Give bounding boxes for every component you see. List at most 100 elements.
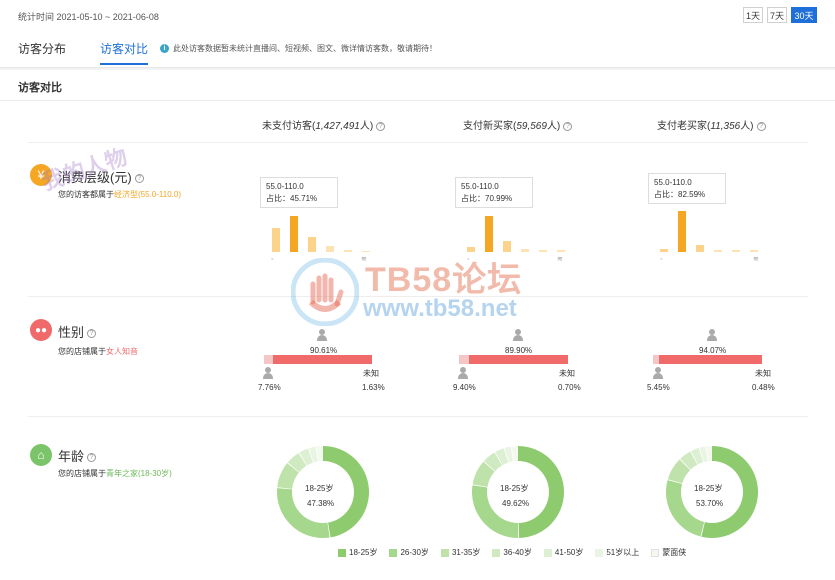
consumption-bar — [539, 250, 547, 252]
age-title: 年龄? — [58, 446, 97, 465]
panel-divider — [0, 100, 835, 101]
tab-visitor-comparison[interactable]: 访客对比 — [100, 40, 149, 65]
legend-item[interactable]: 51岁以上 — [595, 547, 639, 558]
consumption-bar — [344, 250, 352, 252]
female-bar-segment — [272, 355, 373, 364]
comparison-panel: 访客对比 未支付访客(1,427,491人)? 支付新买家(59,569人)? … — [0, 70, 835, 580]
unknown-percent: 1.63% — [362, 383, 385, 392]
consumption-bar — [660, 249, 668, 252]
gender-title: 性别? — [58, 322, 97, 341]
legend-item[interactable]: 36-40岁 — [492, 547, 532, 558]
male-icon — [653, 367, 663, 379]
female-bar-segment — [469, 355, 569, 364]
coin-icon: ◦ — [271, 256, 274, 263]
male-percent: 7.76% — [258, 383, 281, 392]
consumption-bar — [290, 216, 298, 252]
consumption-bars — [658, 202, 768, 252]
donut-center-value: 53.70% — [696, 499, 724, 508]
donut-center-label: 18-25岁 — [305, 484, 334, 493]
unknown-percent: 0.48% — [752, 383, 775, 392]
range-1day-button[interactable]: 1天 — [743, 7, 763, 23]
female-icon — [513, 329, 523, 341]
donut-center-value: 49.62% — [502, 499, 530, 508]
consumption-bar — [503, 241, 511, 252]
help-icon[interactable]: ? — [134, 174, 144, 184]
legend-item[interactable]: 26-30岁 — [389, 547, 429, 558]
top-bar: 统计时间 2021-05-10 ~ 2021-06-08 1天 7天 30天 访… — [0, 0, 835, 68]
male-bar-segment — [459, 355, 470, 364]
female-bar-segment — [658, 355, 763, 364]
donut-center-label: 18-25岁 — [500, 484, 529, 493]
panel-title: 访客对比 — [18, 82, 62, 94]
notice-text: 此处访客数据暂未统计直播间、短视频、图文、微详情访客数，敬请期待！ — [173, 44, 437, 53]
column-header-unpaid: 未支付访客(1,427,491人)? — [262, 117, 386, 132]
notice: i 此处访客数据暂未统计直播间、短视频、图文、微详情访客数，敬请期待！ — [160, 43, 437, 54]
help-icon[interactable]: ? — [87, 329, 97, 339]
watermark-brand: TB58论坛 — [365, 261, 523, 299]
legend-item[interactable]: 41-50岁 — [543, 547, 583, 558]
legend-item[interactable]: 蒙面侠 — [651, 547, 686, 558]
consumption-bar — [750, 250, 758, 252]
section-divider — [28, 416, 808, 417]
male-icon — [458, 367, 468, 379]
donut-slice — [277, 488, 330, 538]
column-header-returning-buyers: 支付老买家(11,356人)? — [657, 117, 766, 132]
gender-desc: 您的店铺属于女人知音 — [58, 347, 138, 356]
consumption-bar — [696, 245, 704, 252]
unknown-label: 未知 — [559, 369, 575, 378]
consumption-bar — [557, 250, 565, 252]
donut-center-value: 47.38% — [307, 499, 335, 508]
house-icon: ⌂ — [30, 444, 52, 466]
consumption-bar — [714, 250, 722, 252]
watermark-hand-logo — [291, 258, 359, 326]
consumption-bar — [732, 250, 740, 252]
consumption-bar — [485, 216, 493, 252]
male-percent: 5.45% — [647, 383, 670, 392]
range-30day-button[interactable]: 30天 — [791, 7, 817, 23]
watermark-url: www.tb58.net — [363, 295, 517, 322]
info-icon: i — [160, 44, 169, 53]
help-icon[interactable]: ? — [376, 121, 386, 131]
legend-item[interactable]: 18-25岁 — [338, 547, 377, 558]
coins-icon: ≋ — [557, 256, 563, 263]
help-icon[interactable]: ? — [756, 121, 766, 131]
coins-icon: ≋ — [753, 256, 759, 263]
tab-bar: 访客分布 访客对比 — [18, 40, 182, 65]
consumption-bar — [308, 237, 316, 252]
consumption-bar — [272, 228, 280, 252]
male-icon — [263, 367, 273, 379]
female-percent: 94.07% — [699, 346, 727, 355]
donut-center-label: 18-25岁 — [694, 484, 723, 493]
gender-bar — [653, 355, 763, 364]
unknown-label: 未知 — [755, 369, 771, 378]
help-icon[interactable]: ? — [87, 453, 97, 463]
date-range-label: 统计时间 2021-05-10 ~ 2021-06-08 — [18, 12, 159, 22]
consumption-desc: 您的访客都属于经济型(55.0-110.0) — [58, 190, 181, 199]
female-icon — [317, 329, 327, 341]
age-legend: 18-25岁 26-30岁 31-35岁 36-40岁 41-50岁 51岁以上… — [338, 547, 686, 558]
legend-item[interactable]: 31-35岁 — [440, 547, 480, 558]
people-icon: ●● — [30, 319, 52, 341]
consumption-bars — [465, 202, 575, 252]
male-percent: 9.40% — [453, 383, 476, 392]
coin-icon: ◦ — [660, 256, 663, 263]
gender-bar — [264, 355, 374, 364]
consumption-bar — [521, 249, 529, 252]
unknown-percent: 0.70% — [558, 383, 581, 392]
age-desc: 您的店铺属于青年之家(18-30岁) — [58, 469, 172, 478]
female-percent: 89.90% — [505, 346, 533, 355]
male-bar-segment — [264, 355, 273, 364]
unknown-label: 未知 — [363, 369, 379, 378]
consumption-bar — [678, 211, 686, 252]
range-buttons: 1天 7天 30天 — [743, 7, 817, 23]
help-icon[interactable]: ? — [563, 121, 573, 131]
consumption-tooltip: 55.0-110.0 占比：82.59% — [648, 173, 726, 204]
tab-visitor-distribution[interactable]: 访客分布 — [18, 40, 66, 65]
consumption-bar — [326, 246, 334, 252]
range-7day-button[interactable]: 7天 — [767, 7, 787, 23]
consumption-bars — [270, 202, 380, 252]
header-divider — [28, 142, 808, 143]
gender-bar — [459, 355, 569, 364]
female-icon — [707, 329, 717, 341]
female-percent: 90.61% — [310, 346, 338, 355]
